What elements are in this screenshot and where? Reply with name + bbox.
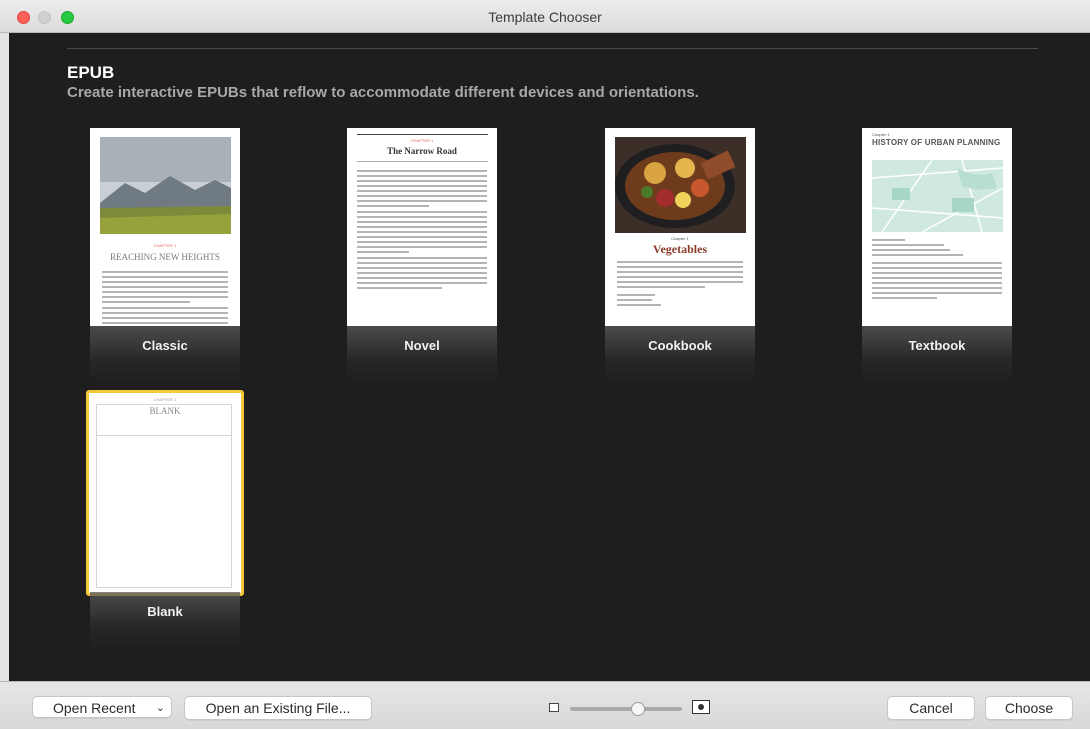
chapter-label: Chapter 1 [671, 236, 689, 241]
thumbnail-reflection [862, 326, 1012, 384]
small-thumbnail-icon [549, 703, 559, 712]
thumbnail-reflection [90, 592, 240, 650]
chapter-heading: BLANK [149, 406, 181, 416]
body-text [617, 261, 743, 309]
template-gallery: EPUB Create interactive EPUBs that reflo… [9, 33, 1090, 681]
window-edge [0, 33, 9, 681]
large-thumbnail-icon [692, 700, 710, 714]
chapter-label: CHAPTER 1 [410, 138, 434, 143]
template-thumbnail[interactable]: Chapter 1 Vegetables [605, 128, 755, 326]
template-thumbnail[interactable]: CHAPTER 1 BLANK [86, 390, 244, 596]
template-label: Classic [142, 338, 188, 353]
open-existing-file-button[interactable]: Open an Existing File... [184, 696, 372, 720]
heading-rule [96, 435, 232, 436]
template-thumbnail[interactable]: CHAPTER 1 The Narrow Road [347, 128, 497, 326]
body-text [102, 271, 228, 326]
template-label: Textbook [908, 338, 966, 353]
chapter-label: CHAPTER 1 [153, 397, 177, 402]
thumbnail-reflection [347, 326, 497, 384]
section-divider [67, 48, 1038, 49]
template-thumbnail[interactable]: CHAPTER 1 REACHING NEW HEIGHTS [90, 128, 240, 326]
template-chooser-window: Template Chooser EPUB Create interactive… [0, 0, 1090, 729]
chevron-down-icon: ⌄ [155, 702, 165, 714]
window-title: Template Chooser [488, 9, 602, 25]
chapter-heading: The Narrow Road [387, 146, 457, 156]
template-label: Blank [147, 604, 183, 619]
template-label: Cookbook [648, 338, 712, 353]
slider-knob[interactable] [631, 702, 645, 716]
heading-rule [357, 161, 488, 162]
open-recent-popup[interactable]: Open Recent ⌄ [32, 696, 172, 718]
thumbnail-reflection [605, 326, 755, 384]
body-text [872, 239, 1002, 302]
header-rule [357, 134, 488, 135]
chapter-heading: Vegetables [652, 242, 708, 256]
template-thumbnail[interactable]: Chapter 1 HISTORY OF URBAN PLANNING [862, 128, 1012, 326]
map-image-icon [871, 159, 1004, 233]
food-image-icon [615, 137, 746, 233]
bottom-toolbar: Open Recent ⌄ Open an Existing File... C… [0, 681, 1090, 729]
chapter-heading: REACHING NEW HEIGHTS [110, 252, 220, 262]
section-title: EPUB [67, 63, 115, 82]
thumbnail-reflection [90, 326, 240, 384]
template-label: Novel [404, 338, 440, 353]
section-description: Create interactive EPUBs that reflow to … [67, 84, 699, 101]
open-recent-label: Open Recent [53, 700, 136, 716]
blank-page-frame [96, 404, 232, 588]
title-bar: Template Chooser [0, 0, 1090, 33]
chapter-label: CHAPTER 1 [153, 243, 177, 248]
thumbnail-size-slider[interactable] [570, 707, 682, 711]
body-text [357, 170, 487, 292]
choose-button[interactable]: Choose [985, 696, 1073, 720]
cancel-button[interactable]: Cancel [887, 696, 975, 720]
